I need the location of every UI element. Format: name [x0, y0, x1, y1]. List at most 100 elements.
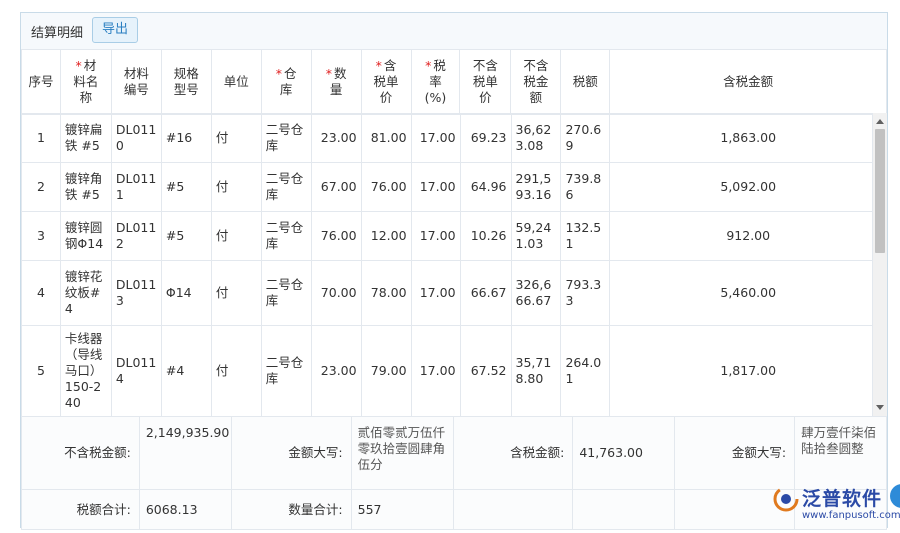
cell-unit[interactable]: 付: [210, 113, 262, 163]
cell-warehouse[interactable]: 二号仓库: [260, 325, 312, 416]
table-header: 序号 * 材料名称材料 编号 规格 型号 单位 * 仓库 * 数量 * 含税单价 * 税率 (%) 不含 税单价不…: [21, 49, 887, 115]
cell-amount_notax[interactable]: 35,71 8.80: [510, 325, 562, 416]
column-header-qty: * 数量: [310, 49, 362, 115]
settlement-detail-panel: 结算明细 导出 序号 * 材料名称材料 编号 规格 型号 单位 * 仓库 * 数量 * 含税单价 * 税率(…: [20, 12, 888, 530]
cell-warehouse[interactable]: 二号仓库: [260, 211, 312, 261]
required-marker: *: [425, 58, 432, 73]
cell-price_notax[interactable]: 10.26: [459, 211, 512, 261]
cell-warehouse[interactable]: 二号仓库: [260, 113, 312, 163]
tax-total-value: 6068.13: [138, 489, 232, 530]
table-row[interactable]: 5 卡线器 （导线 马口） 150-2 40 DL011 4 #4 付二号仓库 23.00 79.00…: [21, 325, 887, 416]
cell-amount_notax[interactable]: 36,62 3.08: [510, 113, 562, 163]
cell-price_notax[interactable]: 67.52: [459, 325, 512, 416]
cell-amount_notax[interactable]: 326,6 66.67: [510, 260, 562, 326]
cell-warehouse[interactable]: 二号仓库: [260, 162, 312, 212]
cell-seq[interactable]: 2: [21, 162, 61, 212]
cell-unit[interactable]: 付: [210, 162, 262, 212]
scroll-up-arrow-icon[interactable]: [876, 119, 884, 124]
column-header-amount_notax: 不含 税金额: [510, 49, 562, 115]
cell-tax_rate[interactable]: 17.00: [410, 211, 461, 261]
cell-amount_tax[interactable]: 5,092.00: [609, 162, 887, 212]
cell-spec[interactable]: Φ14: [160, 260, 212, 326]
table-row[interactable]: 1 镀锌扁铁 #5 DL011 0 #16 付二号仓库 23.00 81.00 17.00 69.…: [21, 113, 887, 163]
cell-tax[interactable]: 739.8 6: [560, 162, 611, 212]
scroll-down-arrow-icon[interactable]: [876, 405, 884, 410]
cell-seq[interactable]: 4: [21, 260, 61, 326]
export-button[interactable]: 导出: [92, 17, 138, 43]
column-label: 材料 编号: [123, 66, 149, 97]
cell-unit[interactable]: 付: [210, 325, 262, 416]
column-label: 税额: [572, 74, 598, 89]
cell-code[interactable]: DL011 4: [110, 325, 162, 416]
summary-empty-cell: [452, 489, 574, 530]
cell-amount_tax[interactable]: 1,863.00: [609, 113, 887, 163]
cell-seq[interactable]: 5: [21, 325, 61, 416]
cell-name[interactable]: 镀锌扁铁 #5: [59, 113, 112, 163]
table-body[interactable]: 1 镀锌扁铁 #5 DL011 0 #16 付二号仓库 23.00 81.00 17.00 69.…: [21, 113, 887, 416]
cell-code[interactable]: DL011 3: [110, 260, 162, 326]
table-row[interactable]: 4 镀锌花 纹板# 4 DL011 3 Φ14 付二号仓库 70.00 78.00 17.00 66.…: [21, 260, 887, 326]
column-label: 不含 税单价: [472, 58, 498, 105]
cell-amount_tax[interactable]: 912.00: [609, 211, 887, 261]
vertical-scrollbar[interactable]: [872, 113, 887, 416]
cell-qty[interactable]: 76.00: [310, 211, 362, 261]
cell-spec[interactable]: #5: [160, 162, 212, 212]
cell-qty[interactable]: 67.00: [310, 162, 362, 212]
cell-qty[interactable]: 23.00: [310, 325, 362, 416]
cell-spec[interactable]: #5: [160, 211, 212, 261]
cell-tax[interactable]: 270.6 9: [560, 113, 611, 163]
cell-price_tax[interactable]: 79.00: [360, 325, 412, 416]
tax-included-amount-value: 41,763.00: [572, 416, 676, 490]
cell-tax_rate[interactable]: 17.00: [410, 325, 461, 416]
cell-code[interactable]: DL011 1: [110, 162, 162, 212]
cell-price_notax[interactable]: 66.67: [459, 260, 512, 326]
cell-tax[interactable]: 264.0 1: [560, 325, 611, 416]
cell-tax[interactable]: 132.5 1: [560, 211, 611, 261]
cell-qty[interactable]: 70.00: [310, 260, 362, 326]
cell-name[interactable]: 镀锌花 纹板# 4: [59, 260, 112, 326]
cell-unit[interactable]: 付: [210, 260, 262, 326]
column-header-spec: 规格 型号: [160, 49, 212, 115]
cell-spec[interactable]: #4: [160, 325, 212, 416]
cell-price_tax[interactable]: 81.00: [360, 113, 412, 163]
table-row[interactable]: 2 镀锌角铁 #5 DL011 1 #5 付二号仓库 67.00 76.00 17.00 64.9…: [21, 162, 887, 212]
cell-price_tax[interactable]: 76.00: [360, 162, 412, 212]
cell-tax_rate[interactable]: 17.00: [410, 162, 461, 212]
side-tab-icon[interactable]: [890, 484, 900, 508]
notax-amount-label: 不含税金额:: [21, 416, 140, 490]
notax-amount-value: 2,149,935.90: [138, 416, 232, 490]
brand-logo-icon: [773, 486, 799, 512]
cell-qty[interactable]: 23.00: [310, 113, 362, 163]
cell-seq[interactable]: 1: [21, 113, 61, 163]
summary-empty-cell: [572, 489, 676, 530]
cell-name[interactable]: 卡线器 （导线 马口） 150-2 40: [59, 325, 112, 416]
cell-seq[interactable]: 3: [21, 211, 61, 261]
cell-code[interactable]: DL011 2: [110, 211, 162, 261]
cell-amount_notax[interactable]: 59,24 1.03: [510, 211, 562, 261]
column-header-tax_rate: * 税率 (%): [410, 49, 461, 115]
table-row[interactable]: 3 镀锌圆 钢Φ14 DL011 2 #5 付二号仓库 76.00 12.00 17.00 10.2…: [21, 211, 887, 261]
cell-price_tax[interactable]: 12.00: [360, 211, 412, 261]
cell-warehouse[interactable]: 二号仓库: [260, 260, 312, 326]
cell-tax[interactable]: 793.3 3: [560, 260, 611, 326]
cell-unit[interactable]: 付: [210, 211, 262, 261]
cell-name[interactable]: 镀锌圆 钢Φ14: [59, 211, 112, 261]
scrollbar-thumb[interactable]: [875, 129, 885, 253]
cell-price_notax[interactable]: 69.23: [459, 113, 512, 163]
quantity-total-label: 数量合计:: [230, 489, 352, 530]
cell-amount_notax[interactable]: 291,5 93.16: [510, 162, 562, 212]
cell-price_notax[interactable]: 64.96: [459, 162, 512, 212]
cell-amount_tax[interactable]: 1,817.00: [609, 325, 887, 416]
required-marker: *: [375, 58, 382, 73]
cell-amount_tax[interactable]: 5,460.00: [609, 260, 887, 326]
cell-tax_rate[interactable]: 17.00: [410, 113, 461, 163]
brand-url: www.fanpusoft.com: [802, 510, 900, 521]
cell-code[interactable]: DL011 0: [110, 113, 162, 163]
column-header-code: 材料 编号: [110, 49, 162, 115]
cell-tax_rate[interactable]: 17.00: [410, 260, 461, 326]
column-header-price_tax: * 含税单价: [360, 49, 412, 115]
cell-spec[interactable]: #16: [160, 113, 212, 163]
cell-name[interactable]: 镀锌角铁 #5: [59, 162, 112, 212]
cell-price_tax[interactable]: 78.00: [360, 260, 412, 326]
column-label: 数量: [329, 66, 347, 97]
